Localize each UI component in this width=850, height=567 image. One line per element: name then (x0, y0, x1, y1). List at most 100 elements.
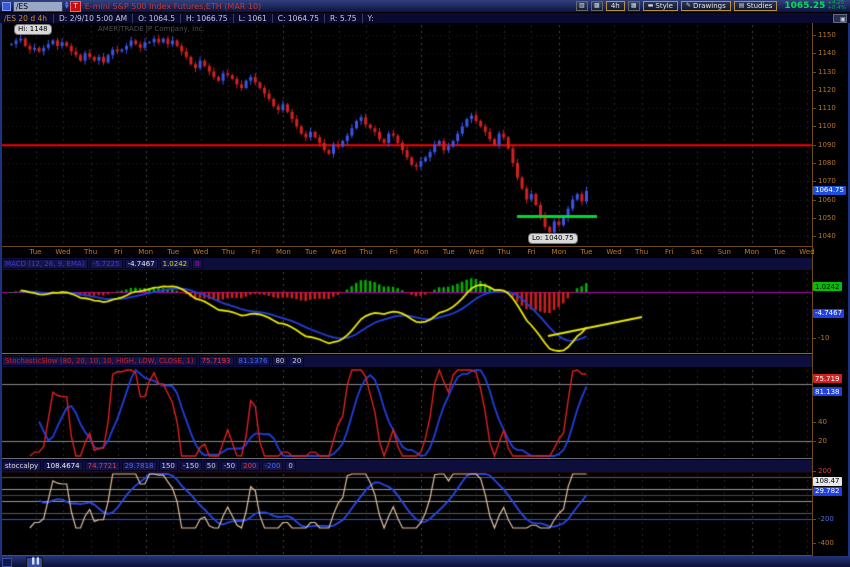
time-axis-label: Wed (193, 248, 209, 256)
style-icon: ▬ (647, 2, 654, 9)
price-axis-label: 1150 (812, 31, 836, 39)
stochastic-k-badge: 75.719 (813, 374, 842, 383)
studies-icon: ▤ (738, 2, 745, 9)
ohlc-field: H: 1066.75 (180, 13, 233, 23)
study-value: 74.7721 (84, 461, 120, 471)
study-value: 81.1376 (235, 356, 271, 366)
study-value: -4.7467 (124, 259, 158, 269)
time-axis-label: Mon (744, 248, 760, 256)
price-block: 1065.25 +4.25 +0.4% (784, 0, 846, 12)
symbol-spinner[interactable]: ▲ ▼ (65, 1, 68, 10)
price-axis-label: 1080 (812, 158, 836, 167)
price-axis-label: 200 (811, 467, 832, 475)
time-axis-label: Thu (635, 248, 649, 256)
study-value: 0 (192, 259, 203, 269)
panel-separator[interactable] (0, 353, 813, 354)
study-value: 1.0242 (159, 259, 191, 269)
chart-mode-icon-button[interactable]: ▨ (575, 1, 588, 11)
time-axis-label: Tue (442, 248, 455, 256)
price-axis-label: 1110 (812, 104, 836, 113)
ohlc-field: C: 1064.75 (271, 13, 324, 23)
price-axis-label: 1120 (812, 85, 836, 94)
macd-avg-badge: -4.7467 (813, 308, 845, 318)
chart-grid-icon-button[interactable]: ▩ (590, 1, 603, 11)
studies-button[interactable]: ▤ Studies (733, 1, 778, 11)
price-axis-label: 1050 (812, 213, 836, 222)
study-value: 150 (158, 461, 178, 471)
study-value: 200 (240, 461, 260, 471)
ohlc-field: R: 5.75 (323, 13, 362, 23)
stochastic-study-header: StochasticSlow (80, 20, 10, 10, HIGH, LO… (0, 355, 812, 367)
study-value: 108.4674 (43, 461, 83, 471)
time-axis-label: Sat (690, 248, 703, 256)
title-bar-toolbar: ▨ ▩ 4h ▦ ▬ Style ✎ Drawings ▤ Studies 1065.… (575, 0, 850, 12)
time-axis-label: Wed (606, 248, 622, 256)
study-value: -50 (220, 461, 239, 471)
drawings-button[interactable]: ✎ Drawings (680, 1, 731, 11)
ohlc-field: O: 1064.5 (132, 13, 180, 23)
time-axis-label: Thu (359, 248, 373, 256)
change-percent: +0.4% (827, 5, 846, 11)
time-axis-label: Tue (305, 248, 317, 256)
time-axis-label: Fri (664, 248, 674, 256)
chart-title: E-mini S&P 500 Index Futures,ETH (MAR 10… (84, 1, 262, 11)
bottom-bar (0, 556, 850, 567)
study-value: 75.7193 (198, 356, 234, 366)
study-value: 29.7818 (121, 461, 157, 471)
time-axis-label: Mon (413, 248, 429, 256)
study-value: -150 (179, 461, 202, 471)
study-label[interactable]: MACD (12, 26, 9, EMA) (2, 259, 88, 269)
price-axis-label: 40 (812, 418, 827, 426)
stochastic-d-badge: 81.138 (813, 387, 842, 396)
pencil-icon: ✎ (685, 2, 691, 9)
study-label[interactable]: stoccalpy (2, 461, 42, 471)
bottom-tab[interactable]: ▐▐ (26, 557, 43, 567)
symbol-timeframe-info: /ES 20 d 4h (4, 13, 48, 23)
price-axis-label: -200 (812, 515, 834, 523)
macd-diff-badge: 1.0242 (813, 282, 842, 292)
time-axis-label: Tue (29, 248, 42, 256)
price-axis-label: 1070 (812, 177, 836, 186)
price-axis-label: 20 (812, 437, 827, 445)
corner-icon (2, 558, 12, 567)
high-marker-bubble: Hi: 1148 (14, 24, 52, 35)
price-axis-label: 1040 (812, 232, 836, 241)
low-marker-bubble: Lo: 1040.75 (528, 233, 578, 244)
study-value: -5.7225 (89, 259, 123, 269)
ohlc-fields: D: 2/9/10 5:00 AM O: 1064.5 H: 1066.75 L: 1… (53, 13, 379, 23)
window-edge-left (0, 0, 2, 567)
ohlc-field: Y: (361, 13, 379, 23)
time-axis-label: Fri (389, 248, 398, 256)
time-axis-label: Tue (580, 248, 593, 256)
price-axis-label: -400 (812, 539, 834, 547)
last-price-badge: 1064.75 (813, 185, 846, 195)
chart-type-icon-button[interactable]: ▦ (627, 1, 640, 11)
panel-separator[interactable] (0, 458, 813, 459)
time-axis-label: Fri (527, 248, 536, 256)
stoccalpy-study-header: stoccalpy 108.4674 74.7721 29.7818 150 -150 50… (0, 460, 812, 472)
stoccalpy-a-badge: 108.47 (813, 476, 842, 486)
style-button[interactable]: ▬ Style (642, 1, 678, 11)
panel-maximize-button[interactable]: ▣ (833, 13, 847, 23)
price-change: +4.25 +0.4% (827, 0, 846, 12)
time-axis-label: Tue (773, 248, 786, 256)
timeframe-button[interactable]: 4h (605, 1, 625, 11)
time-axis-label: Mon (276, 248, 291, 256)
price-axis-label: 1100 (812, 122, 836, 131)
ohlc-field: D: 2/9/10 5:00 AM (53, 13, 132, 23)
app-icon (2, 1, 11, 11)
price-axis-label: 1130 (812, 67, 836, 76)
time-axis-label: Wed (799, 248, 815, 256)
price-axis-label: -10 (811, 334, 830, 343)
study-value: 20 (289, 356, 305, 366)
price-axis-label: 1090 (812, 140, 836, 149)
study-value: -200 (261, 461, 284, 471)
symbol-input[interactable] (13, 0, 63, 12)
price-chart-canvas[interactable] (0, 23, 813, 557)
instrument-type-badge: T (70, 0, 81, 12)
study-value: 50 (203, 461, 219, 471)
study-label[interactable]: StochasticSlow (80, 20, 10, 10, HIGH, LO… (2, 356, 197, 366)
time-axis-label: Wed (330, 248, 347, 256)
macd-study-header: MACD (12, 26, 9, EMA) -5.7225 -4.7467 1.024… (0, 258, 812, 270)
ohlc-data-bar: /ES 20 d 4h D: 2/9/10 5:00 AM O: 1064.5 H:… (0, 12, 850, 23)
